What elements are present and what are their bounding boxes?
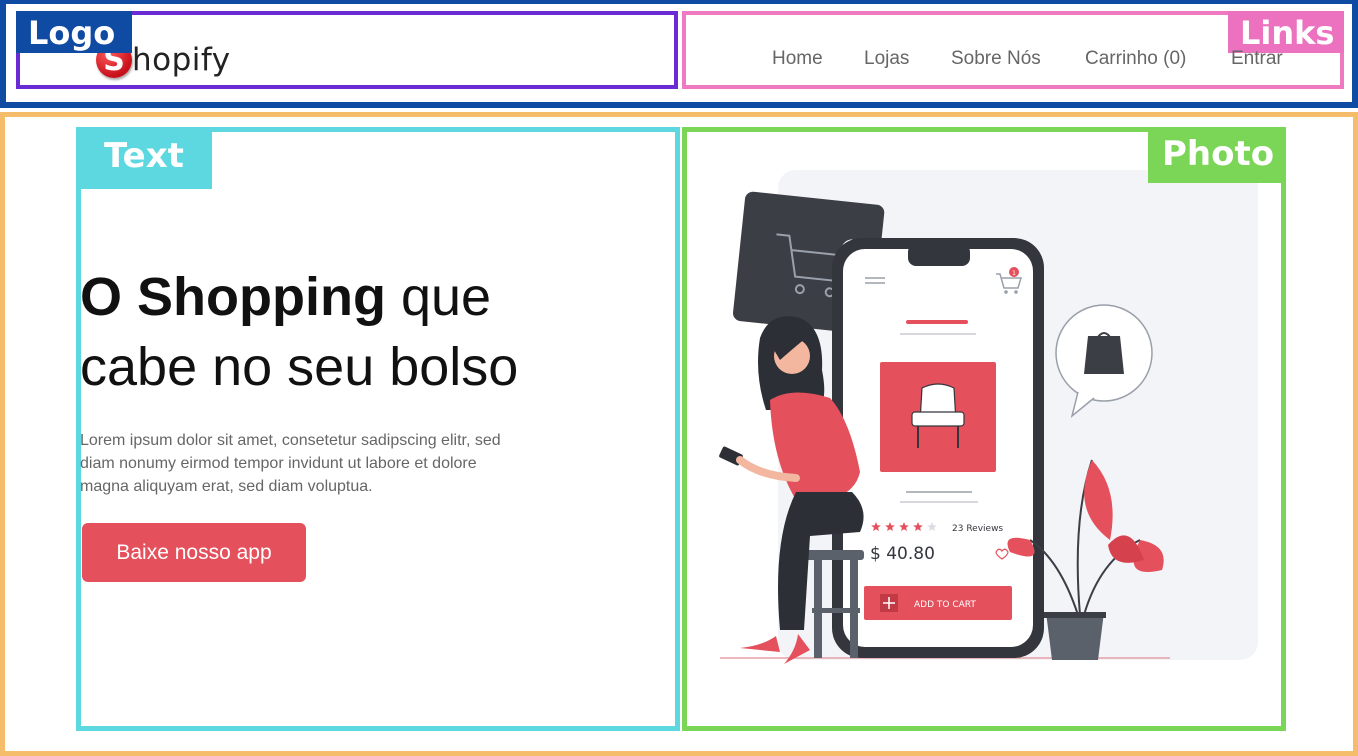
nav-home[interactable]: Home — [772, 48, 823, 70]
text-tag: Text — [76, 127, 212, 189]
headline-bold: O Shopping — [80, 267, 386, 327]
hero-body-text: Lorem ipsum dolor sit amet, consetetur s… — [80, 429, 580, 498]
download-app-button[interactable]: Baixe nosso app — [82, 523, 306, 582]
phone-mockup: 1 23 Reviews $ 40.80 ADD TO CART — [832, 238, 1044, 658]
links-tag: Links — [1228, 11, 1344, 53]
photo-tag: Photo — [1148, 127, 1286, 183]
headline-rest: que — [385, 267, 492, 327]
reviews-count: 23 Reviews — [952, 524, 1003, 534]
logo-tag: Logo — [16, 11, 132, 53]
add-to-cart-label: ADD TO CART — [914, 600, 976, 610]
body-line: magna aliquyam erat, sed diam voluptua. — [80, 478, 373, 495]
price: $ 40.80 — [870, 544, 935, 564]
nav-carrinho[interactable]: Carrinho (0) — [1085, 48, 1186, 70]
body-line: Lorem ipsum dolor sit amet, consetetur s… — [80, 432, 501, 449]
nav-sobre-nos[interactable]: Sobre Nós — [951, 48, 1041, 70]
body-line: diam nonumy eirmod tempor invidunt ut la… — [80, 455, 477, 472]
nav-lojas[interactable]: Lojas — [864, 48, 909, 70]
brand-name: hopify — [132, 42, 231, 78]
cart-badge: 1 — [1012, 270, 1016, 277]
nav-entrar[interactable]: Entrar — [1231, 48, 1283, 70]
hero-headline: O Shopping que cabe no seu bolso — [80, 262, 660, 402]
headline-line2: cabe no seu bolso — [80, 337, 519, 397]
hero-illustration: 1 23 Reviews $ 40.80 ADD TO CART — [719, 170, 1258, 664]
